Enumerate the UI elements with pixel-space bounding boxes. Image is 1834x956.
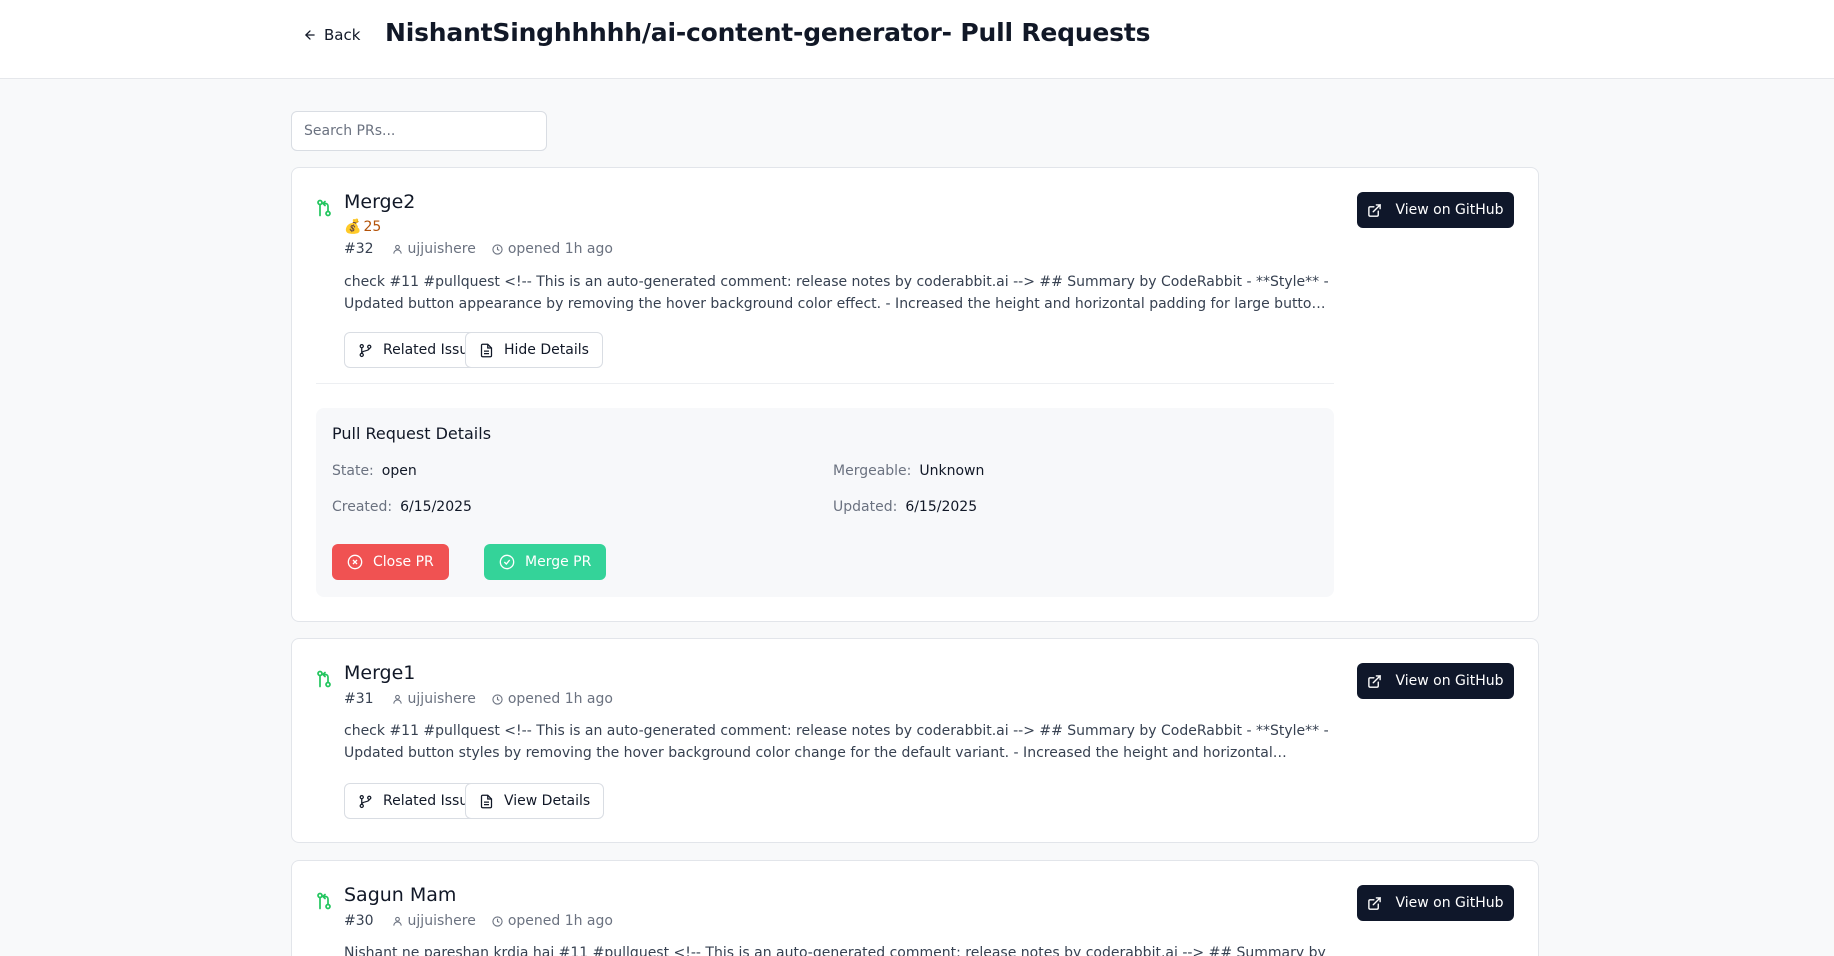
details-heading: Pull Request Details: [332, 424, 492, 443]
pull-request-icon: [317, 199, 331, 217]
created-row: Created: 6/15/2025: [332, 499, 472, 515]
updated-value: 6/15/2025: [905, 499, 978, 515]
pr-number: #31: [344, 691, 374, 707]
clock-icon: [492, 243, 503, 255]
related-issue-label: Related Issue: [383, 342, 477, 358]
git-branch-icon: [359, 343, 372, 357]
merge-pr-button[interactable]: Merge PR: [484, 544, 607, 580]
created-value: 6/15/2025: [400, 499, 472, 515]
mergeable-value: Unknown: [919, 463, 985, 479]
github-label: View on GitHub: [1395, 895, 1504, 911]
merge-pr-label: Merge PR: [525, 554, 592, 570]
state-row: State: open: [332, 463, 417, 479]
git-branch-icon: [359, 794, 372, 808]
pr-author: ujjuishere: [407, 241, 476, 257]
file-text-icon: [480, 794, 493, 808]
created-label: Created:: [332, 499, 393, 515]
pr-meta: #30 ujjuishere opened 1h ago: [344, 912, 613, 930]
pr-title[interactable]: Merge1: [344, 662, 415, 684]
clock-icon: [492, 915, 503, 927]
hide-details-button[interactable]: Hide Details: [465, 332, 603, 368]
pr-card: Merge2 💰 25 #32 ujjuishere opened 1h ago…: [291, 167, 1539, 622]
state-label: State:: [332, 463, 374, 479]
user-icon: [392, 694, 402, 704]
money-bag-icon: 💰: [344, 219, 362, 235]
view-on-github-button[interactable]: View on GitHub: [1357, 885, 1514, 921]
view-on-github-button[interactable]: View on GitHub: [1357, 192, 1514, 228]
pull-request-icon: [317, 670, 331, 688]
top-bar: Back NishantSinghhhhh/ai-content-generat…: [0, 0, 1834, 79]
pr-meta: #32 ujjuishere opened 1h ago: [344, 240, 613, 258]
github-label: View on GitHub: [1395, 202, 1504, 218]
search-input[interactable]: [291, 111, 547, 151]
file-text-icon: [480, 343, 493, 357]
pr-meta: #31 ujjuishere opened 1h ago: [344, 690, 613, 708]
user-icon: [392, 244, 402, 254]
mergeable-label: Mergeable:: [833, 463, 912, 479]
details-toggle-label: Hide Details: [504, 342, 589, 358]
external-link-icon: [1368, 203, 1382, 217]
divider: [316, 383, 1334, 384]
pr-details-panel: Pull Request Details State: open Mergeabl…: [316, 408, 1334, 597]
pr-description: check #11 #pullquest <!-- This is an aut…: [344, 723, 1329, 761]
user-icon: [392, 916, 402, 926]
bounty-amount: 25: [363, 219, 382, 235]
view-on-github-button[interactable]: View on GitHub: [1357, 663, 1514, 699]
pr-card: Merge1 #31 ujjuishere opened 1h ago chec…: [291, 638, 1539, 843]
pr-description: Nishant ne pareshan krdia hai #11 #pullq…: [344, 945, 1326, 956]
external-link-icon: [1368, 896, 1382, 910]
bounty-badge: 💰 25: [344, 219, 381, 235]
pr-opened-time: opened 1h ago: [507, 691, 613, 707]
state-value: open: [381, 463, 417, 479]
pr-author: ujjuishere: [407, 913, 476, 929]
back-label: Back: [324, 26, 361, 44]
pr-number: #32: [344, 241, 374, 257]
related-issue-label: Related Issue: [383, 793, 477, 809]
close-pr-button[interactable]: Close PR: [332, 544, 449, 580]
updated-row: Updated: 6/15/2025: [833, 499, 977, 515]
back-button[interactable]: Back: [303, 23, 360, 47]
x-circle-icon: [347, 554, 363, 570]
external-link-icon: [1368, 674, 1382, 688]
pull-request-icon: [317, 892, 331, 910]
arrow-left-icon: [305, 30, 315, 40]
clock-icon: [492, 693, 503, 705]
details-toggle-label: View Details: [504, 793, 591, 809]
updated-label: Updated:: [833, 499, 898, 515]
check-circle-icon: [499, 554, 515, 570]
pr-title[interactable]: Merge2: [344, 191, 415, 213]
github-label: View on GitHub: [1395, 673, 1504, 689]
pr-opened-time: opened 1h ago: [507, 913, 613, 929]
close-pr-label: Close PR: [373, 554, 434, 570]
pr-description: check #11 #pullquest <!-- This is an aut…: [344, 274, 1333, 312]
view-details-button[interactable]: View Details: [465, 783, 605, 819]
pr-title[interactable]: Sagun Mam: [344, 884, 456, 906]
pr-author: ujjuishere: [407, 691, 476, 707]
pr-opened-time: opened 1h ago: [507, 241, 613, 257]
page-title: NishantSinghhhhh/ai-content-generator- P…: [385, 18, 1151, 47]
pr-card: Sagun Mam #30 ujjuishere opened 1h ago N…: [291, 860, 1539, 956]
pr-number: #30: [344, 913, 374, 929]
mergeable-row: Mergeable: Unknown: [833, 463, 984, 479]
